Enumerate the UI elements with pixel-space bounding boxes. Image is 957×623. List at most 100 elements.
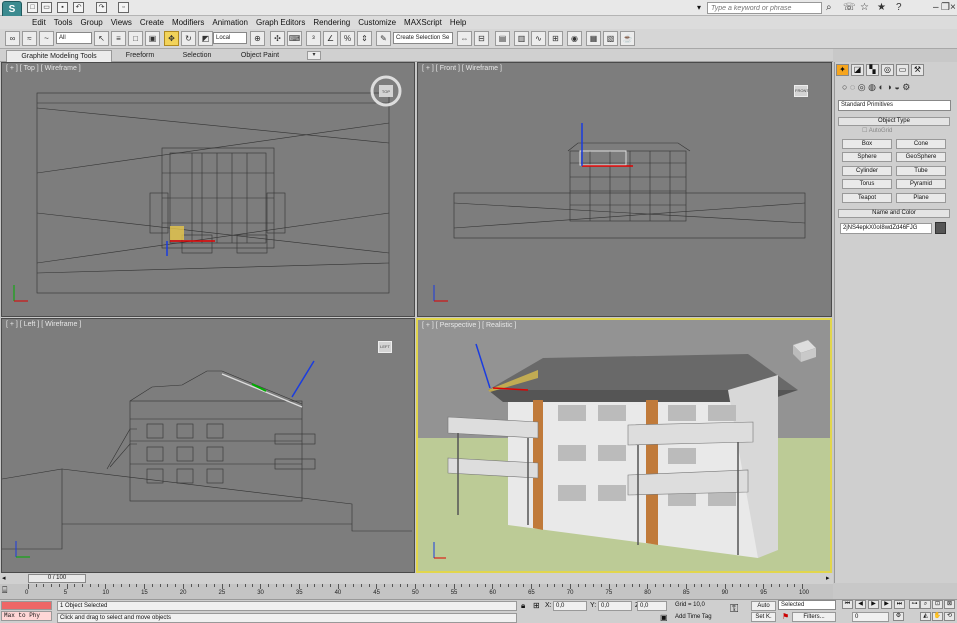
absolute-mode-icon[interactable]: ⊞	[533, 601, 540, 610]
display-tab-icon[interactable]: ▭	[896, 64, 909, 76]
restore-icon[interactable]: ❐	[941, 2, 950, 13]
track-bar[interactable]: ⌸ 0 5 10 15 20 25 30 35 40 45 50 55 60 65 70 75 80 85 90 95…	[0, 584, 833, 599]
time-slider[interactable]: 0 / 100	[28, 574, 86, 583]
key-mode-icon[interactable]: ⚑	[782, 612, 789, 621]
star-icon[interactable]: ★	[877, 2, 886, 13]
viewport-left[interactable]: [ + ] [ Left ] [ Wireframe ] LEFT	[1, 318, 415, 573]
field-of-view-icon[interactable]: ◭	[920, 612, 931, 621]
object-type-rollout[interactable]: Object Type	[838, 117, 950, 126]
curve-editor-icon[interactable]: ∿	[531, 31, 546, 46]
snap-toggle-icon[interactable]: ³	[306, 31, 321, 46]
rectangular-selection-icon[interactable]: □	[128, 31, 143, 46]
geosphere-button[interactable]: GeoSphere	[896, 152, 946, 162]
bind-spacewarp-icon[interactable]: ~	[39, 31, 54, 46]
filters-button[interactable]: Filters...	[792, 612, 836, 622]
mirror-icon[interactable]: ⇔	[457, 31, 472, 46]
previous-frame-icon[interactable]: ◀	[855, 600, 866, 609]
cylinder-button[interactable]: Cylinder	[842, 166, 892, 176]
material-editor-icon[interactable]: ◉	[567, 31, 582, 46]
new-file-icon[interactable]: □	[27, 2, 38, 13]
menu-rendering[interactable]: Rendering	[309, 16, 354, 29]
go-to-end-icon[interactable]: ⏭	[894, 600, 905, 609]
undo-icon[interactable]: ↶	[73, 2, 84, 13]
menu-graph-editors[interactable]: Graph Editors	[252, 16, 309, 29]
torus-button[interactable]: Torus	[842, 179, 892, 189]
auto-key-button[interactable]: Auto	[751, 601, 776, 611]
go-to-start-icon[interactable]: ⏮	[842, 600, 853, 609]
open-file-icon[interactable]: ▭	[41, 2, 52, 13]
time-slider-prev-icon[interactable]: ◂	[2, 574, 6, 582]
menu-maxscript[interactable]: MAXScript	[400, 16, 446, 29]
pan-icon[interactable]: ✋	[932, 612, 943, 621]
spinner-snap-icon[interactable]: ⇕	[357, 31, 372, 46]
name-and-color-rollout[interactable]: Name and Color	[838, 209, 950, 218]
graphite-toggle-icon[interactable]: ▥	[514, 31, 529, 46]
schematic-view-icon[interactable]: ⊞	[548, 31, 563, 46]
select-by-name-icon[interactable]: ≡	[111, 31, 126, 46]
modify-tab-icon[interactable]: ◪	[851, 64, 864, 76]
next-frame-icon[interactable]: ▶	[881, 600, 892, 609]
link-icon[interactable]: ∞	[5, 31, 20, 46]
cone-button[interactable]: Cone	[896, 139, 946, 149]
selection-filter-dropdown[interactable]: All	[56, 32, 92, 44]
close-icon[interactable]: ×	[950, 2, 956, 13]
maxscript-listener[interactable]: Max to Phy	[1, 611, 52, 621]
communication-center-icon[interactable]: ☏	[843, 2, 856, 13]
geometry-category-icons[interactable]: ○ ◌ ◎ ◍ ◐ ◑ ◒ ⚙	[842, 82, 910, 93]
select-object-icon[interactable]: ↖	[94, 31, 109, 46]
add-time-tag[interactable]: Add Time Tag	[673, 613, 721, 623]
keyboard-shortcut-override-icon[interactable]: ⌨	[287, 31, 302, 46]
tab-graphite-modeling-tools[interactable]: Graphite Modeling Tools	[6, 50, 112, 62]
menu-tools[interactable]: Tools	[50, 16, 77, 29]
sphere-button[interactable]: Sphere	[842, 152, 892, 162]
pivot-center-icon[interactable]: ⊕	[250, 31, 265, 46]
tube-button[interactable]: Tube	[896, 166, 946, 176]
hierarchy-tab-icon[interactable]: ▚	[866, 64, 879, 76]
menu-customize[interactable]: Customize	[354, 16, 400, 29]
viewport-label[interactable]: [ + ] [ Perspective ] [ Realistic ]	[422, 322, 516, 329]
object-name-field[interactable]: 2jNS4epkX0oI8wdZd46FJG	[840, 223, 932, 234]
y-coordinate[interactable]: 0,0	[598, 601, 632, 611]
primitive-category-dropdown[interactable]: Standard Primitives	[838, 100, 951, 111]
orbit-icon[interactable]: ⟲	[944, 612, 955, 621]
utilities-tab-icon[interactable]: ⚒	[911, 64, 924, 76]
maxscript-mini-listener[interactable]	[1, 601, 52, 610]
redo-icon[interactable]: ↷	[96, 2, 107, 13]
create-tab-icon[interactable]: ✦	[836, 64, 849, 76]
mini-curve-editor-icon[interactable]: ⌸	[2, 585, 18, 597]
align-icon[interactable]: ⊟	[474, 31, 489, 46]
menu-help[interactable]: Help	[446, 16, 470, 29]
angle-snap-icon[interactable]: ∠	[323, 31, 338, 46]
z-coordinate[interactable]: 0,0	[637, 601, 667, 611]
named-selection-dropdown[interactable]: Create Selection Se	[393, 32, 453, 44]
render-setup-icon[interactable]: ▦	[586, 31, 601, 46]
lock-selection-icon[interactable]: 🔒︎	[521, 601, 525, 611]
edit-named-selection-icon[interactable]: ✎	[376, 31, 391, 46]
minimize-icon[interactable]: –	[933, 2, 939, 13]
search-input[interactable]	[707, 2, 822, 14]
teapot-button[interactable]: Teapot	[842, 193, 892, 203]
current-frame-field[interactable]: 0	[852, 612, 889, 622]
x-coordinate[interactable]: 0,0	[553, 601, 587, 611]
time-slider-next-icon[interactable]: ▸	[826, 574, 830, 582]
save-file-icon[interactable]: ▪	[57, 2, 68, 13]
play-icon[interactable]: ▶	[868, 600, 879, 609]
set-key-button[interactable]: Set K.	[751, 612, 776, 622]
project-folder-icon[interactable]: ▫	[118, 2, 129, 13]
motion-tab-icon[interactable]: ◎	[881, 64, 894, 76]
viewport-front[interactable]: [ + ] [ Front ] [ Wireframe ] FRONT	[417, 62, 832, 317]
zoom-all-icon[interactable]: ⊡	[932, 600, 943, 609]
window-crossing-icon[interactable]: ▣	[145, 31, 160, 46]
menu-edit[interactable]: Edit	[28, 16, 50, 29]
menu-views[interactable]: Views	[107, 16, 136, 29]
key-mode-toggle-icon[interactable]: ⊶	[909, 600, 920, 609]
help-icon[interactable]: ?	[896, 2, 902, 13]
zoom-icon[interactable]: ⌕	[920, 600, 931, 609]
select-manipulate-icon[interactable]: ✣	[270, 31, 285, 46]
key-icon[interactable]: ⚿	[730, 603, 738, 616]
menu-modifiers[interactable]: Modifiers	[168, 16, 208, 29]
scale-icon[interactable]: ◩	[198, 31, 213, 46]
percent-snap-icon[interactable]: %	[340, 31, 355, 46]
menu-create[interactable]: Create	[136, 16, 168, 29]
layer-manager-icon[interactable]: ▤	[495, 31, 510, 46]
